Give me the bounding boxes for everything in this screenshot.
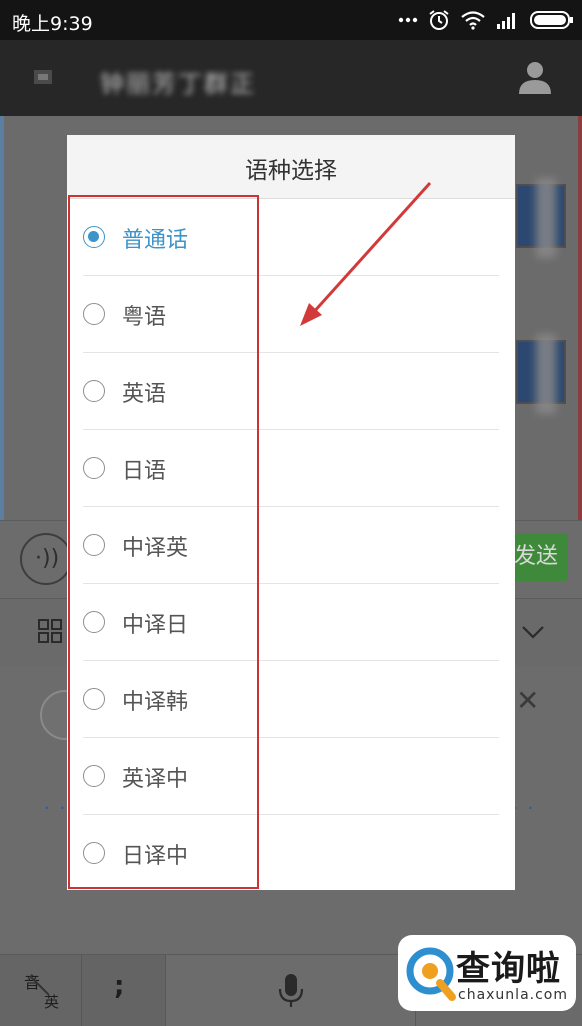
battery-icon [530, 11, 573, 29]
voice-toggle-button[interactable]: ·)) [20, 533, 72, 585]
radio-icon [83, 303, 105, 325]
option-label: 中译韩 [122, 690, 189, 715]
key-label: ; [114, 971, 125, 1001]
chevron-down-icon[interactable] [520, 619, 546, 645]
status-icons [398, 8, 574, 32]
chat-image-thumb[interactable] [516, 334, 566, 414]
radio-icon [83, 842, 105, 864]
language-option[interactable]: 日语 [83, 430, 499, 507]
dialog-title: 语种选择 [245, 158, 337, 184]
signal-icon [497, 13, 515, 29]
semicolon-key[interactable]: ; [82, 955, 166, 1026]
watermark: 查询啦 chaxunla.com [398, 935, 576, 1011]
title-bar: 钟丽芳丁群正 [0, 40, 582, 116]
radio-icon [83, 688, 105, 710]
radio-icon [83, 380, 105, 402]
grid-icon[interactable] [38, 619, 62, 643]
watermark-text: 查询啦 [456, 949, 561, 989]
option-label: 英语 [122, 382, 167, 407]
key-label-top: 音 [24, 973, 41, 992]
language-option[interactable]: 英语 [83, 353, 499, 430]
language-option[interactable]: 中译英 [83, 507, 499, 584]
right-edge [578, 116, 582, 536]
language-option[interactable]: 英译中 [83, 738, 499, 815]
screen: 晚上9:39 钟丽芳丁群正 ·)) 发送 ✕ · · · · 音 英 ; 语种选… [0, 0, 582, 1026]
radio-icon [83, 534, 105, 556]
radio-icon [83, 611, 105, 633]
alarm-icon [429, 10, 449, 30]
left-edge [0, 116, 4, 536]
close-icon[interactable]: ✕ [516, 684, 539, 717]
back-icon[interactable] [28, 62, 58, 92]
status-bar: 晚上9:39 [0, 0, 582, 40]
language-option[interactable]: 中译日 [83, 584, 499, 661]
chat-image-thumb[interactable] [516, 178, 566, 258]
chat-title: 钟丽芳丁群正 [100, 70, 256, 98]
option-label: 粤语 [122, 305, 167, 330]
wave-dots-left: · · [44, 798, 68, 819]
contact-icon[interactable] [516, 58, 554, 96]
option-label: 普通话 [122, 228, 189, 253]
option-label: 日译中 [122, 844, 189, 869]
voice-icon: ·)) [35, 546, 60, 571]
more-dots-icon [398, 17, 418, 23]
dialog-header: 语种选择 [67, 135, 515, 199]
radio-icon [83, 765, 105, 787]
language-option[interactable]: 粤语 [83, 276, 499, 353]
option-label: 英译中 [122, 767, 189, 792]
wifi-icon [461, 11, 485, 30]
language-option[interactable]: 日译中 [83, 815, 499, 892]
status-time: 晚上9:39 [12, 13, 93, 35]
watermark-logo-icon [406, 947, 456, 1001]
watermark-url: chaxunla.com [458, 987, 568, 1003]
option-label: 日语 [122, 459, 167, 484]
radio-checked-icon [83, 226, 105, 248]
mic-key[interactable] [166, 955, 416, 1026]
language-option[interactable]: 普通话 [83, 199, 499, 276]
key-label-bottom: 英 [44, 993, 60, 1011]
microphone-icon [278, 974, 304, 1007]
wave-dots-right: · · [512, 798, 536, 819]
language-option[interactable]: 中译韩 [83, 661, 499, 738]
option-label: 中译日 [122, 613, 189, 638]
option-label: 中译英 [122, 536, 189, 561]
language-select-dialog: 语种选择 普通话 粤语 英语 日语 中译英 中译日 中译韩 英译中 日译中 [67, 135, 515, 890]
language-switch-key[interactable]: 音 英 [0, 955, 82, 1026]
radio-icon [83, 457, 105, 479]
